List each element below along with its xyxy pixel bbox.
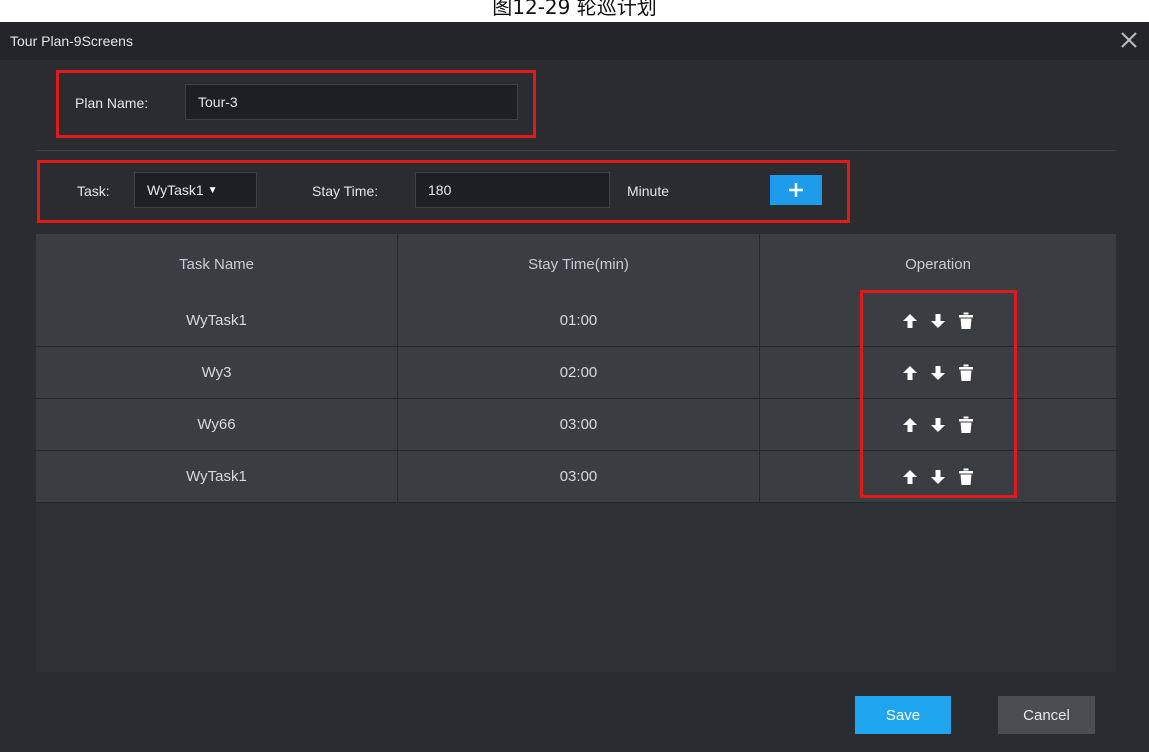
- header-stay-time: Stay Time(min): [398, 234, 760, 295]
- operation-highlight: [860, 290, 1017, 498]
- plan-name-input[interactable]: [185, 84, 518, 120]
- task-name-cell: Wy3: [36, 347, 398, 398]
- task-name-cell: WyTask1: [36, 451, 398, 502]
- table-header: Task Name Stay Time(min) Operation: [36, 234, 1116, 296]
- dialog-titlebar: Tour Plan-9Screens: [0, 22, 1149, 60]
- stay-time-label: Stay Time:: [312, 183, 379, 199]
- stay-time-unit: Minute: [627, 183, 670, 199]
- tour-plan-dialog: Tour Plan-9Screens Plan Name: Task: WyTa…: [0, 22, 1149, 752]
- task-name-cell: Wy66: [36, 399, 398, 450]
- header-task-name: Task Name: [36, 234, 398, 295]
- plan-name-label: Plan Name:: [75, 95, 149, 111]
- page-caption: 图12-29 轮巡计划: [492, 0, 657, 19]
- save-button[interactable]: Save: [855, 696, 951, 734]
- task-name-cell: WyTask1: [36, 295, 398, 346]
- stay-time-cell: 03:00: [398, 399, 760, 450]
- task-select[interactable]: WyTask1 ▼: [134, 172, 257, 208]
- dialog-title: Tour Plan-9Screens: [10, 33, 133, 49]
- task-select-value: WyTask1: [147, 182, 204, 198]
- chevron-down-icon: ▼: [207, 184, 218, 196]
- cancel-button[interactable]: Cancel: [998, 696, 1095, 734]
- add-task-button[interactable]: [770, 175, 822, 205]
- header-operation: Operation: [905, 256, 971, 273]
- close-button[interactable]: [1115, 26, 1143, 54]
- plus-icon: [789, 183, 803, 197]
- stay-time-cell: 02:00: [398, 347, 760, 398]
- stay-time-cell: 01:00: [398, 295, 760, 346]
- close-icon: [1121, 32, 1137, 48]
- stay-time-cell: 03:00: [398, 451, 760, 502]
- section-divider: [36, 150, 1116, 151]
- task-label: Task:: [77, 183, 110, 199]
- stay-time-input[interactable]: [415, 172, 610, 208]
